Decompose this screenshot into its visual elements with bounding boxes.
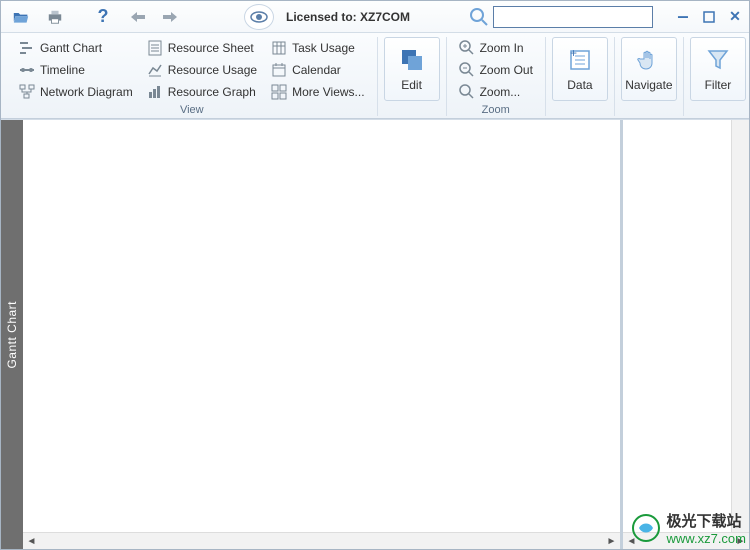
canvas-h-scrollbar[interactable]: ◄ ► [23, 532, 620, 549]
ribbon-group-zoom: Zoom In Zoom Out Zoom... Zoom [447, 37, 546, 116]
printer-icon [47, 9, 63, 25]
ribbon-group-data: + Data [546, 37, 615, 116]
watermark: 极光下载站 www.xz7.com [631, 510, 746, 546]
data-icon: + [566, 46, 594, 74]
gantt-icon [19, 40, 35, 56]
ribbon-group-view: Gantt Chart Timeline Network Diagram Res… [7, 37, 378, 116]
zoom-in-icon [459, 40, 475, 56]
scroll-left-icon[interactable]: ◄ [23, 533, 40, 550]
search-input[interactable] [493, 6, 653, 28]
group-label [578, 101, 581, 115]
eye-button[interactable] [244, 4, 274, 30]
label: Calendar [292, 63, 341, 77]
label: Gantt Chart [40, 41, 102, 55]
label: Filter [705, 78, 732, 92]
view-calendar-button[interactable]: Calendar [265, 59, 370, 80]
watermark-logo-icon [631, 513, 661, 543]
label: Edit [401, 78, 422, 92]
app-window: ? Licensed to: XZ7COM ‒ [0, 0, 750, 550]
group-label [647, 101, 650, 115]
group-label: View [180, 102, 204, 116]
arrow-right-icon [162, 10, 180, 24]
filter-button[interactable]: Filter [690, 37, 746, 101]
label: Resource Graph [168, 85, 256, 99]
network-icon [19, 84, 35, 100]
gantt-canvas[interactable] [23, 120, 620, 532]
view-more-views-button[interactable]: More Views... [265, 81, 370, 102]
eye-icon [250, 11, 268, 23]
view-resource-graph-button[interactable]: Resource Graph [141, 81, 263, 102]
ribbon-group-navigate: Navigate [615, 37, 684, 116]
view-task-usage-button[interactable]: Task Usage [265, 37, 370, 58]
back-button[interactable] [123, 5, 151, 29]
svg-text:+: + [570, 47, 577, 60]
print-button[interactable] [41, 5, 69, 29]
more-views-icon [271, 84, 287, 100]
watermark-url: www.xz7.com [667, 531, 746, 546]
data-button[interactable]: + Data [552, 37, 608, 101]
canvas-wrap: ◄ ► [23, 120, 621, 549]
close-button[interactable]: ✕ [727, 9, 743, 25]
group-label: Zoom [482, 102, 510, 116]
ribbon-group-edit: Edit [378, 37, 447, 116]
view-timeline-button[interactable]: Timeline [13, 59, 139, 80]
label: Zoom In [480, 41, 524, 55]
view-resource-usage-button[interactable]: Resource Usage [141, 59, 263, 80]
window-controls: ‒ ✕ [675, 9, 743, 25]
ribbon-group-filter: Filter [684, 37, 750, 116]
label: Resource Usage [168, 63, 257, 77]
calendar-icon [271, 62, 287, 78]
search-icon[interactable] [469, 7, 489, 27]
zoom-out-button[interactable]: Zoom Out [453, 59, 539, 80]
label: Navigate [625, 78, 672, 92]
label: Network Diagram [40, 85, 133, 99]
edit-button[interactable]: Edit [384, 37, 440, 101]
side-tab-gantt[interactable]: Gantt Chart [1, 120, 23, 549]
watermark-text: 极光下载站 www.xz7.com [667, 510, 746, 546]
edit-icon [398, 46, 426, 74]
group-label [410, 101, 413, 115]
titlebar: ? Licensed to: XZ7COM ‒ [1, 1, 749, 33]
label: Resource Sheet [168, 41, 254, 55]
watermark-title: 极光下载站 [667, 510, 746, 531]
zoom-out-icon [459, 62, 475, 78]
maximize-button[interactable] [701, 9, 717, 25]
search-wrap [469, 6, 653, 28]
arrow-left-icon [128, 10, 146, 24]
label: Task Usage [292, 41, 355, 55]
view-network-button[interactable]: Network Diagram [13, 81, 139, 102]
sheet-icon [147, 40, 163, 56]
side-tab-label: Gantt Chart [5, 301, 19, 369]
funnel-icon [704, 46, 732, 74]
label: More Views... [292, 85, 364, 99]
task-usage-icon [271, 40, 287, 56]
question-icon: ? [98, 6, 109, 27]
zoom-icon [459, 84, 475, 100]
content-area: Gantt Chart ◄ ► ◄ ► [1, 119, 749, 549]
label: Zoom... [480, 85, 521, 99]
forward-button[interactable] [157, 5, 185, 29]
main-area: ◄ ► ◄ ► [23, 120, 749, 549]
hand-icon [635, 46, 663, 74]
scroll-right-icon[interactable]: ► [603, 533, 620, 550]
folder-open-icon [13, 9, 29, 25]
open-file-button[interactable] [7, 5, 35, 29]
group-label [716, 101, 719, 115]
graph-icon [147, 84, 163, 100]
right-pane: ◄ ► [621, 120, 749, 549]
timeline-icon [19, 62, 35, 78]
label: Timeline [40, 63, 85, 77]
ribbon: Gantt Chart Timeline Network Diagram Res… [1, 33, 749, 119]
help-button[interactable]: ? [89, 5, 117, 29]
zoom-button[interactable]: Zoom... [453, 81, 539, 102]
zoom-in-button[interactable]: Zoom In [453, 37, 539, 58]
navigate-button[interactable]: Navigate [621, 37, 677, 101]
usage-icon [147, 62, 163, 78]
view-resource-sheet-button[interactable]: Resource Sheet [141, 37, 263, 58]
label: Data [567, 78, 592, 92]
license-label: Licensed to: XZ7COM [286, 10, 410, 24]
view-gantt-button[interactable]: Gantt Chart [13, 37, 139, 58]
label: Zoom Out [480, 63, 533, 77]
minimize-button[interactable]: ‒ [675, 9, 691, 25]
